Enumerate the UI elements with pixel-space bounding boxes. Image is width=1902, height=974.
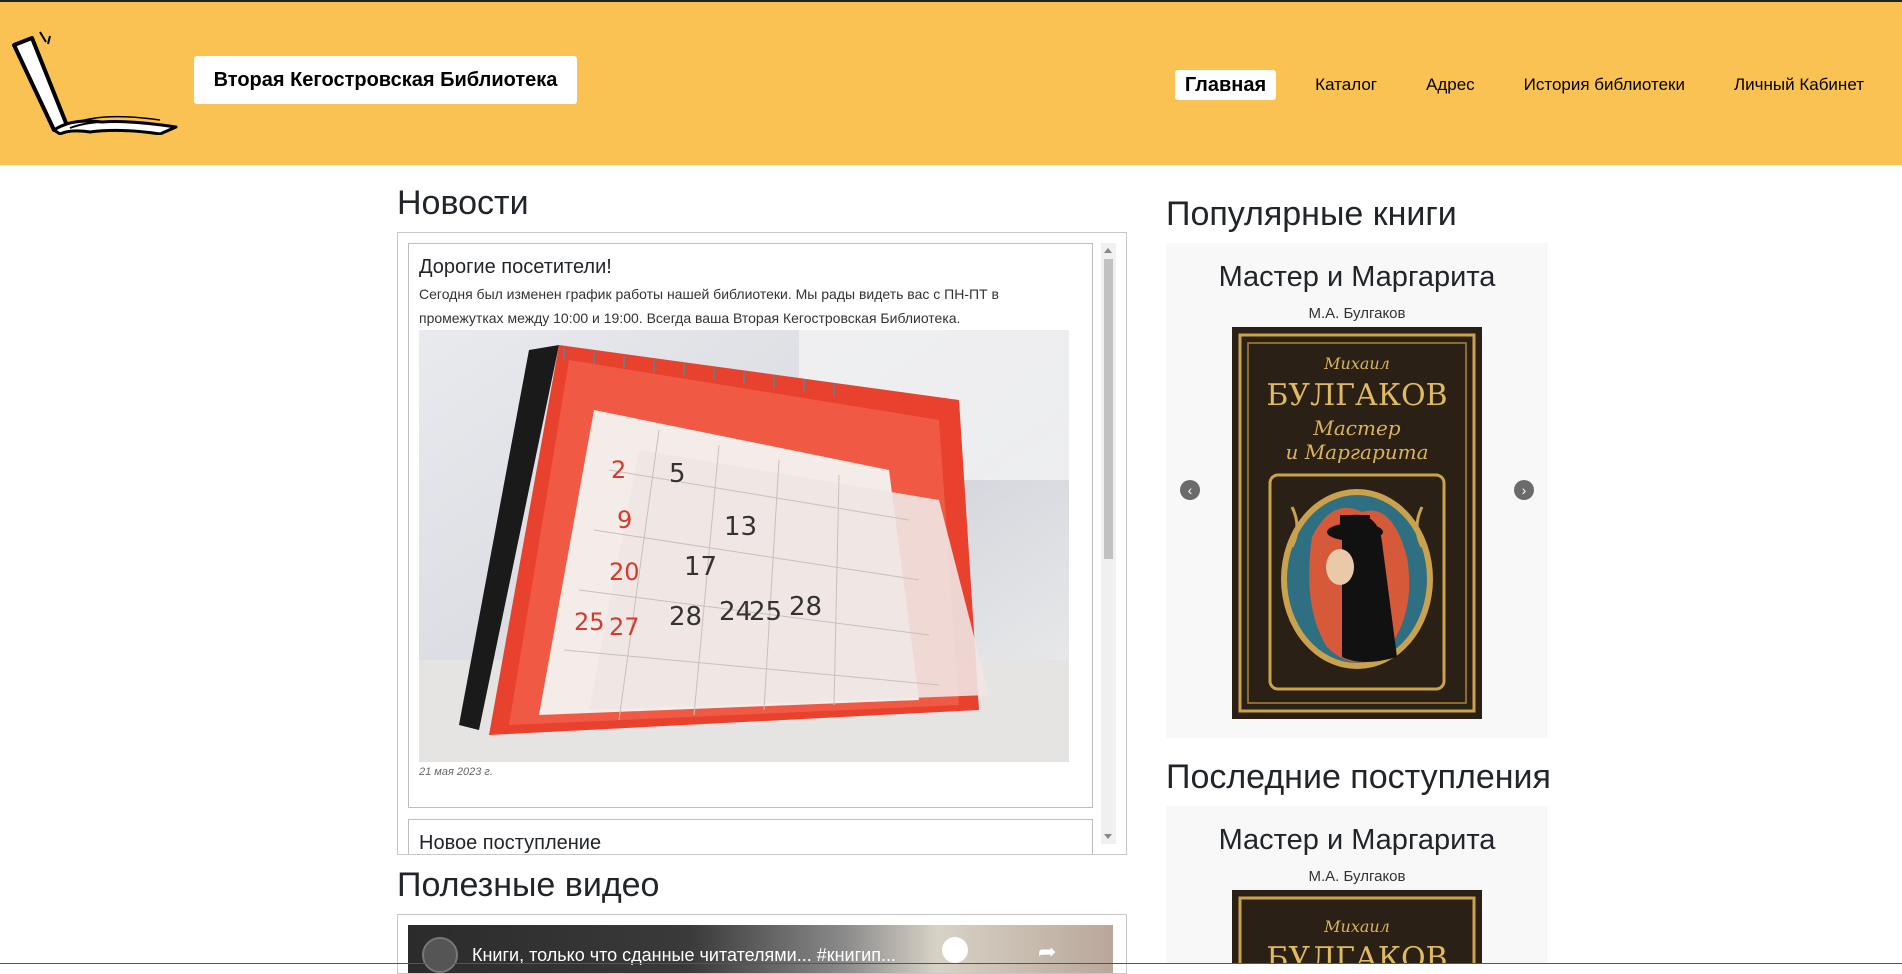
book-title[interactable]: Мастер и Маргарита [1166, 261, 1548, 294]
scroll-thumb[interactable] [1104, 259, 1113, 559]
book-author: М.А. Булгаков [1308, 868, 1406, 885]
svg-text:28: 28 [669, 602, 702, 632]
cover-title-line2: и Маргарита [1285, 440, 1428, 464]
channel-avatar[interactable] [422, 937, 458, 973]
svg-text:20: 20 [609, 558, 640, 586]
watch-later-icon[interactable] [942, 937, 968, 963]
book-author: М.А. Булгаков [1308, 305, 1406, 322]
open-book-logo-icon[interactable] [10, 30, 180, 135]
calendar-image: 5 13 17 28 24 25 28 2 9 20 27 25 [419, 330, 1069, 762]
popular-heading: Популярные книги [1166, 195, 1457, 233]
news-item-date: 21 мая 2023 г. [419, 766, 493, 778]
book-cover[interactable]: Михаил БУЛГАКОВ Мастер и Маргарита [1232, 327, 1482, 719]
svg-text:25: 25 [574, 608, 605, 636]
videos-heading: Полезные видео [397, 866, 660, 904]
svg-text:2: 2 [611, 456, 626, 484]
scroll-up-arrow-icon[interactable] [1104, 248, 1112, 253]
nav-catalog[interactable]: Каталог [1305, 70, 1387, 100]
news-item-title: Новое поступление [419, 832, 602, 854]
cover-author-first: Михаил [1323, 354, 1390, 373]
svg-text:5: 5 [669, 459, 686, 489]
latest-heading: Последние поступления [1166, 758, 1551, 796]
nav-home[interactable]: Главная [1174, 70, 1277, 100]
news-item: Новое поступление [408, 819, 1093, 854]
news-item-title: Дорогие посетители! [419, 256, 612, 278]
scroll-down-arrow-icon[interactable] [1104, 834, 1112, 839]
nav-history[interactable]: История библиотеки [1514, 70, 1695, 100]
video-embed[interactable]: Книги, только что сданные читателями... … [397, 914, 1127, 974]
nav-address[interactable]: Адрес [1416, 70, 1485, 100]
site-header: Вторая Кегостровская Библиотека Главная … [0, 2, 1902, 165]
cover-author-last: БУЛГАКОВ [1266, 378, 1447, 413]
video-player[interactable]: Книги, только что сданные читателями... … [408, 925, 1113, 973]
popular-carousel: Мастер и Маргарита М.А. Булгаков Михаил … [1166, 243, 1548, 738]
news-heading: Новости [397, 184, 529, 222]
site-brand[interactable]: Вторая Кегостровская Библиотека [194, 56, 577, 104]
carousel-prev-icon[interactable]: ‹ [1180, 480, 1200, 500]
cover-title-line1: Мастер [1312, 416, 1400, 440]
cover-author-last: БУЛГАКОВ [1266, 941, 1447, 964]
news-scrollbar[interactable] [1101, 243, 1116, 844]
book-cover-art: Михаил БУЛГАКОВ Мастер и Маргарита [1232, 327, 1482, 719]
share-icon[interactable]: ➦ [1038, 939, 1056, 965]
svg-text:27: 27 [609, 613, 640, 641]
svg-text:28: 28 [789, 592, 822, 622]
svg-text:25: 25 [749, 597, 782, 627]
book-cover[interactable]: Михаил БУЛГАКОВ [1232, 890, 1482, 964]
book-cover-art: Михаил БУЛГАКОВ [1232, 890, 1482, 964]
carousel-next-icon[interactable]: › [1514, 480, 1534, 500]
cover-author-first: Михаил [1323, 917, 1390, 936]
latest-carousel: Мастер и Маргарита М.А. Булгаков Михаил … [1166, 806, 1548, 964]
news-item: Дорогие посетители! Сегодня был изменен … [408, 243, 1093, 808]
main-nav: Главная Каталог Адрес История библиотеки… [1174, 70, 1874, 100]
news-item-text: Сегодня был изменен график работы нашей … [419, 286, 999, 326]
news-feed[interactable]: Дорогие посетители! Сегодня был изменен … [397, 232, 1127, 855]
svg-text:13: 13 [724, 512, 757, 542]
svg-text:9: 9 [617, 506, 632, 534]
svg-text:24: 24 [719, 597, 752, 627]
nav-account[interactable]: Личный Кабинет [1724, 70, 1874, 100]
book-title[interactable]: Мастер и Маргарита [1166, 824, 1548, 857]
svg-text:17: 17 [684, 552, 717, 582]
